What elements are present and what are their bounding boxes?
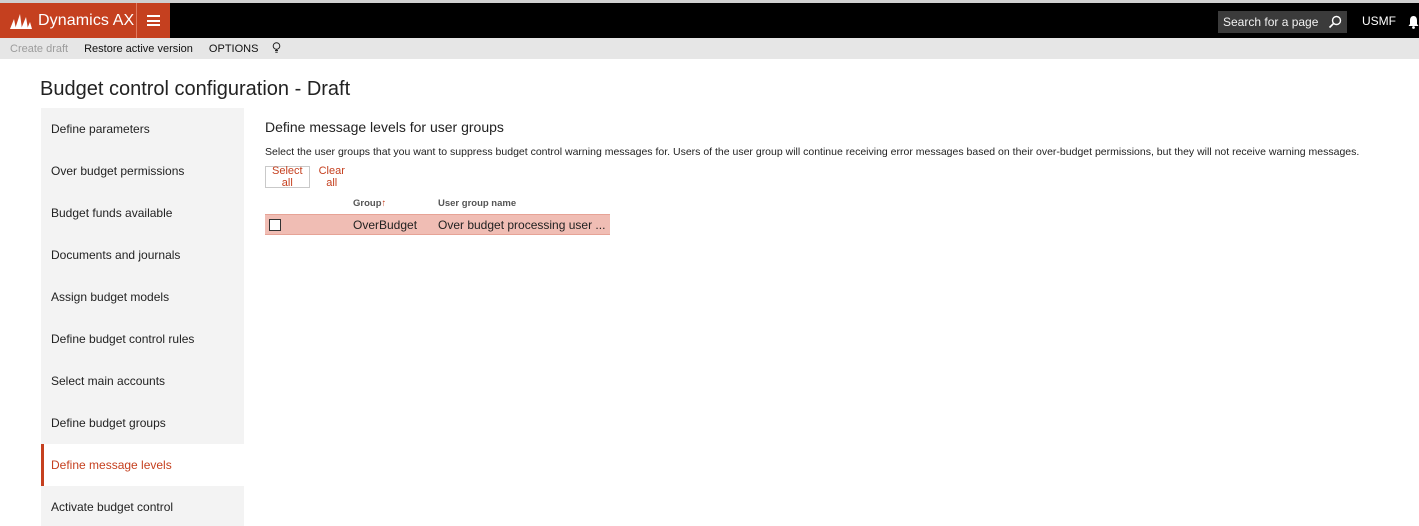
nav-item-documents-and-journals[interactable]: Documents and journals	[41, 234, 244, 276]
action-pane: Create draft Restore active version OPTI…	[0, 38, 1419, 59]
nav-item-assign-budget-models[interactable]: Assign budget models	[41, 276, 244, 318]
nav-item-define-parameters[interactable]: Define parameters	[41, 108, 244, 150]
row-checkbox[interactable]	[269, 219, 281, 231]
nav-item-define-budget-groups[interactable]: Define budget groups	[41, 402, 244, 444]
select-all-button[interactable]: Select all	[265, 165, 310, 189]
navigation-menu-button[interactable]	[136, 3, 170, 38]
hamburger-icon	[147, 15, 160, 26]
search-icon[interactable]	[1328, 14, 1342, 33]
nav-item-budget-funds-available[interactable]: Budget funds available	[41, 192, 244, 234]
configuration-steps-nav: Define parameters Over budget permission…	[41, 108, 244, 526]
top-navigation-bar: Dynamics AX USMF	[0, 0, 1419, 38]
cell-group: OverBudget	[353, 218, 418, 232]
company-selector[interactable]: USMF	[1362, 14, 1396, 28]
sort-ascending-icon: ↑	[381, 198, 387, 209]
column-header-group-label: Group	[353, 198, 382, 209]
page-title: Budget control configuration - Draft	[40, 78, 351, 100]
column-header-user-group-name[interactable]: User group name	[438, 198, 516, 209]
nav-item-over-budget-permissions[interactable]: Over budget permissions	[41, 150, 244, 192]
nav-item-define-budget-control-rules[interactable]: Define budget control rules	[41, 318, 244, 360]
grid-toolbar: Select all Clear all	[265, 165, 352, 189]
clear-all-button[interactable]: Clear all	[312, 165, 352, 189]
section-description: Select the user groups that you want to …	[265, 146, 1360, 158]
table-row[interactable]: OverBudget Over budget processing user .…	[265, 214, 610, 235]
lightbulb-icon[interactable]	[272, 41, 281, 57]
app-name: Dynamics AX	[38, 11, 135, 29]
notification-bell-icon[interactable]	[1408, 14, 1419, 33]
nav-item-activate-budget-control[interactable]: Activate budget control	[41, 486, 244, 526]
nav-item-define-message-levels[interactable]: Define message levels	[41, 444, 244, 486]
page-search-input[interactable]	[1223, 15, 1323, 29]
section-title: Define message levels for user groups	[265, 119, 504, 135]
app-brand[interactable]: Dynamics AX	[0, 3, 136, 38]
dynamics-logo-icon	[10, 13, 32, 29]
grid-header: Group↑ User group name	[265, 196, 610, 214]
nav-item-select-main-accounts[interactable]: Select main accounts	[41, 360, 244, 402]
column-header-group[interactable]: Group↑	[353, 198, 386, 209]
options-tab[interactable]: OPTIONS	[209, 43, 259, 55]
restore-active-version-button[interactable]: Restore active version	[84, 43, 193, 55]
user-groups-grid: Group↑ User group name OverBudget Over b…	[265, 196, 610, 235]
page-search-box[interactable]	[1218, 11, 1347, 33]
cell-user-group-name: Over budget processing user ...	[438, 218, 606, 232]
create-draft-button[interactable]: Create draft	[10, 43, 68, 55]
